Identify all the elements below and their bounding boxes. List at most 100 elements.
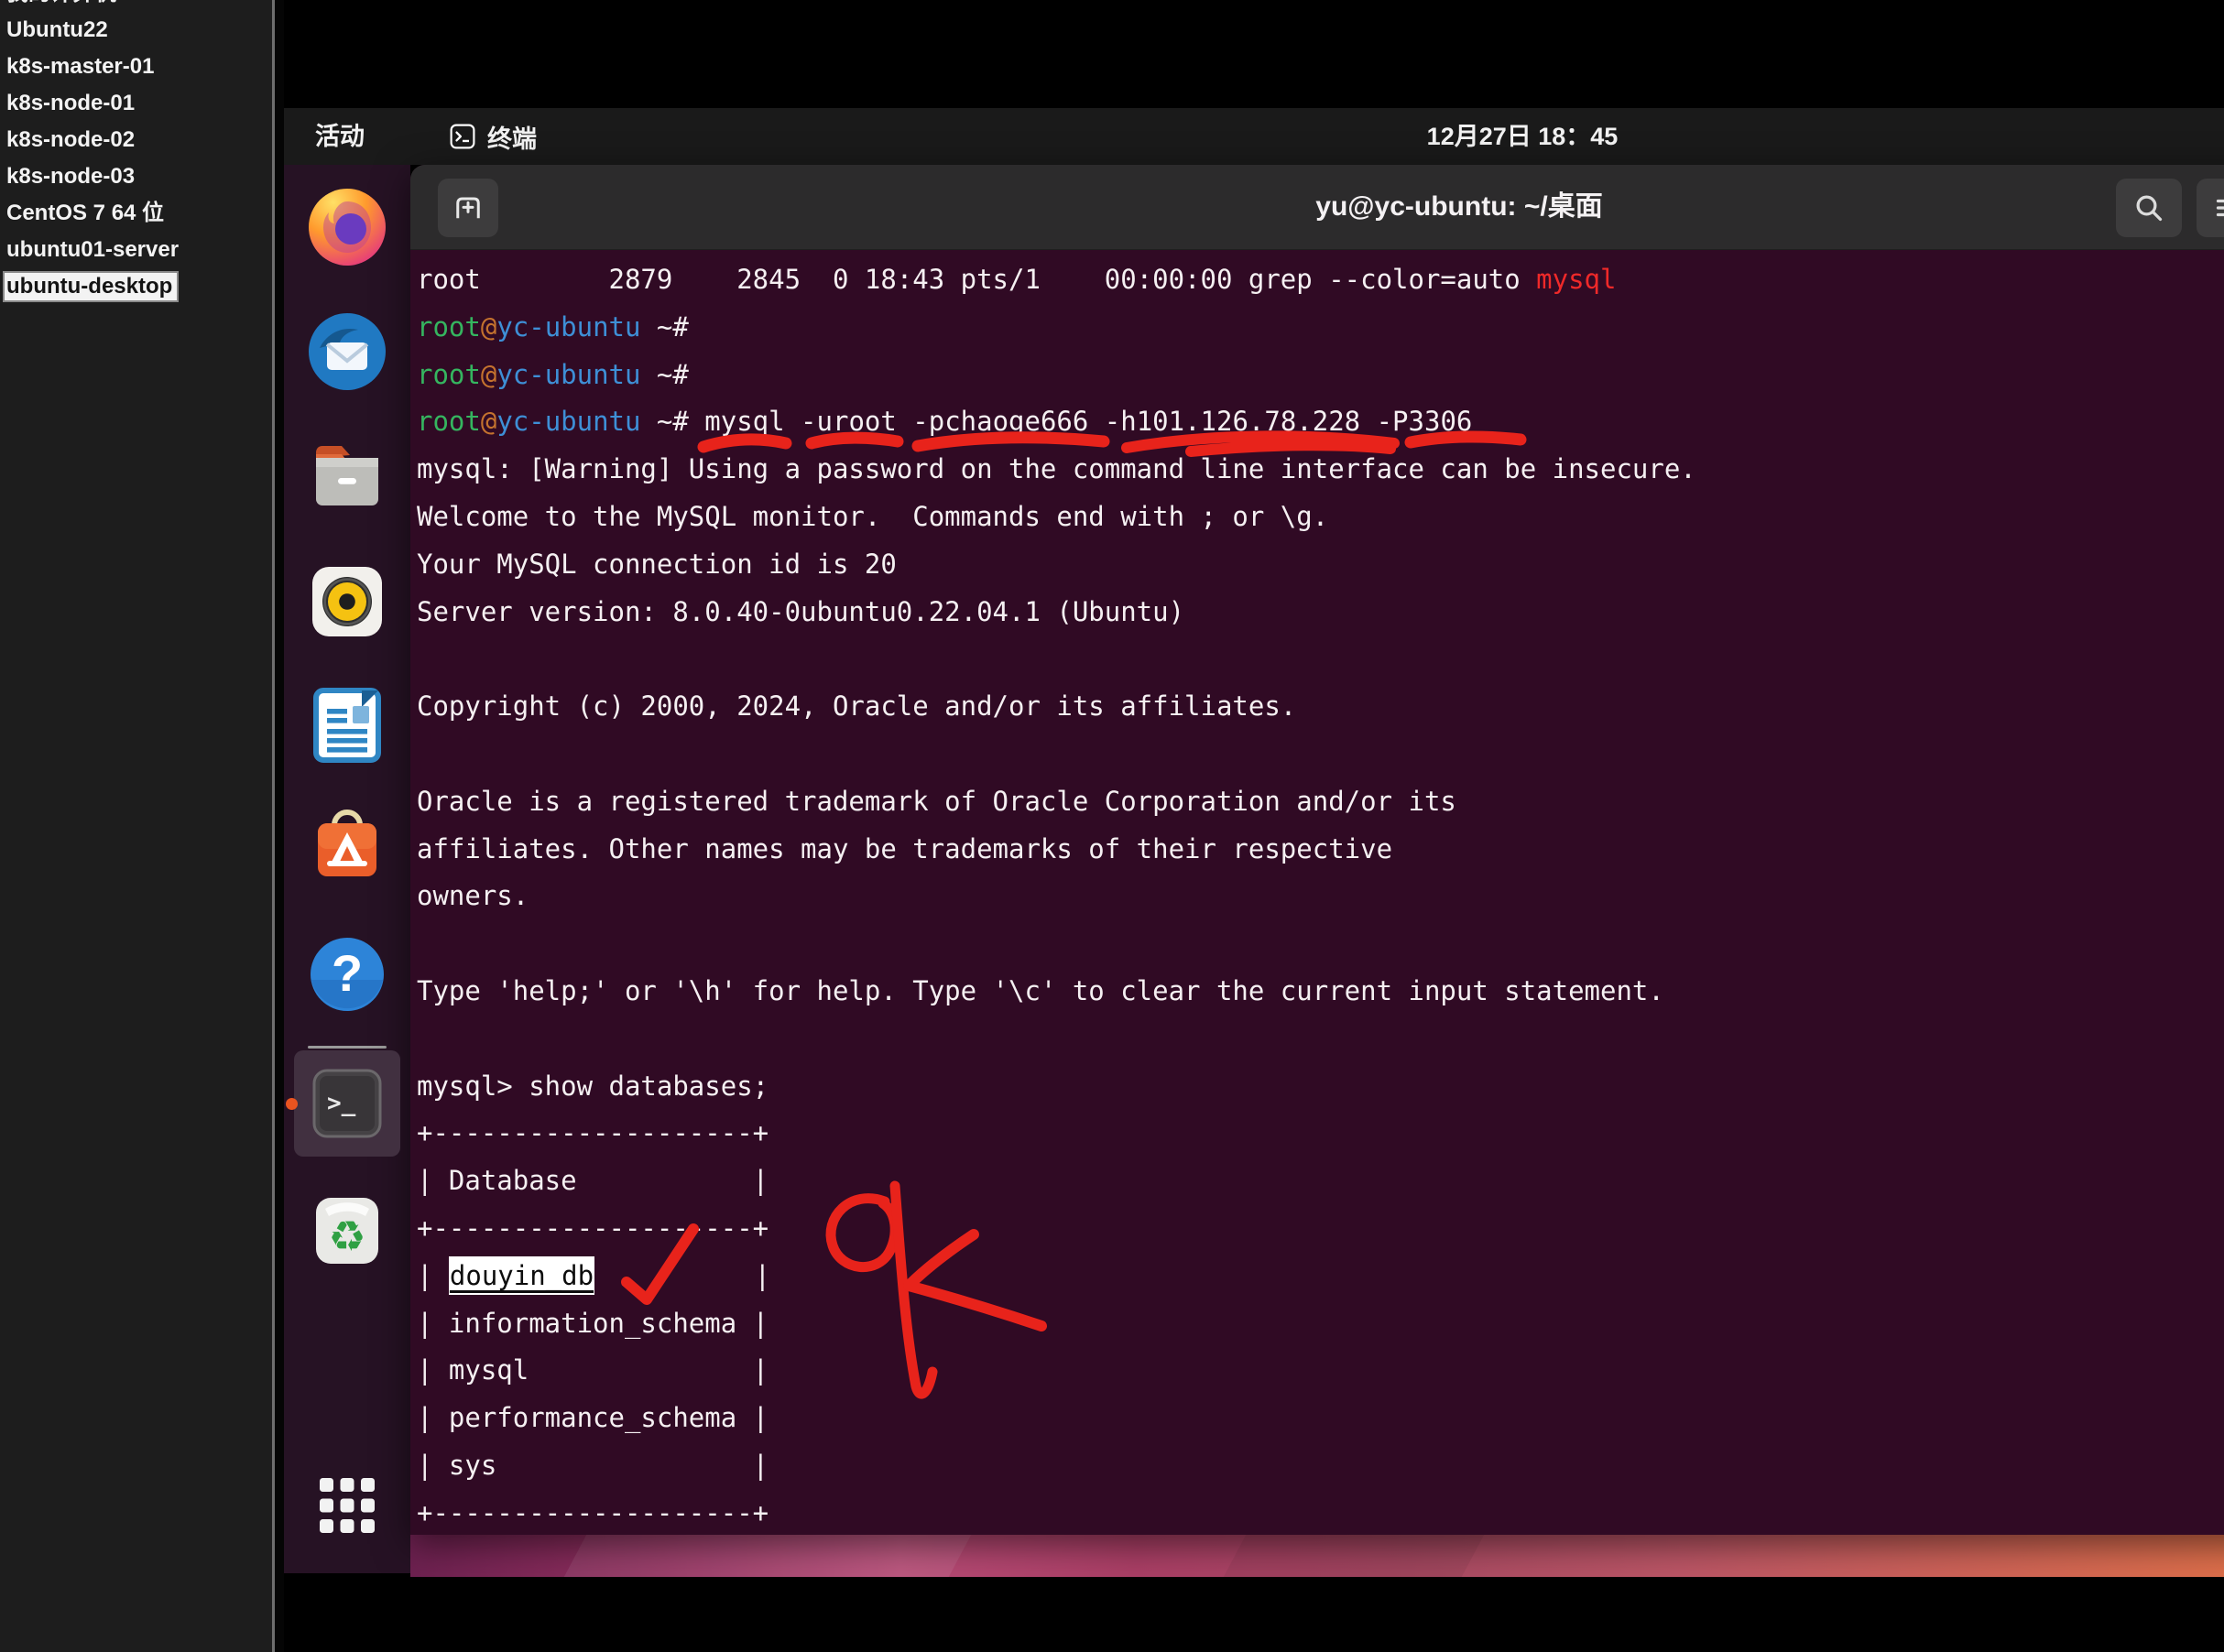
svg-text:?: ? <box>332 944 363 1002</box>
svg-text:>_: >_ <box>327 1090 356 1117</box>
gnome-top-bar: 活动 终端 12月27日 18：45 <box>284 108 2224 165</box>
wallpaper-facet <box>1224 1535 1484 1577</box>
terminal-text: Welcome to the MySQL monitor. Commands e… <box>417 501 1328 532</box>
terminal-line: Oracle is a registered trademark of Orac… <box>417 778 2224 826</box>
terminal-text: | <box>594 1260 770 1291</box>
terminal-line: | sys | <box>417 1442 2224 1490</box>
terminal-line: root@yc-ubuntu ~# mysql -uroot -pchaoge6… <box>417 398 2224 446</box>
activities-button[interactable]: 活动 <box>315 108 365 165</box>
terminal-text: yc-ubuntu <box>496 311 640 342</box>
terminal-text: | information_schema | <box>417 1308 769 1339</box>
wallpaper-facet <box>564 1535 971 1577</box>
terminal-text: yc-ubuntu <box>496 359 640 390</box>
terminal-header-bar[interactable]: yu@yc-ubuntu: ~/桌面 <box>410 165 2224 250</box>
terminal-line: mysql> show databases; <box>417 1063 2224 1111</box>
terminal-text: Type 'help;' or '\h' for help. Type '\c'… <box>417 975 1664 1006</box>
terminal-line: | Database | <box>417 1157 2224 1205</box>
clock[interactable]: 12月27日 18：45 <box>1427 108 1619 165</box>
app-indicator[interactable]: 终端 <box>450 108 537 165</box>
vm-list-item[interactable]: k8s-node-02 <box>0 122 272 158</box>
terminal-text: +--------------------+ <box>417 1497 769 1528</box>
terminal-line <box>417 636 2224 683</box>
terminal-text: ~# <box>640 406 688 437</box>
vm-list-item[interactable]: Ubuntu22 <box>0 12 272 49</box>
vm-list-item[interactable]: k8s-master-01 <box>0 49 272 85</box>
terminal-text: @ <box>481 359 496 390</box>
libreoffice-writer-dock-button[interactable] <box>303 681 391 769</box>
terminal-line: +--------------------+ <box>417 1205 2224 1253</box>
panel-gap <box>275 0 284 1652</box>
running-indicator-dot <box>286 1098 298 1110</box>
svg-text:♻: ♻ <box>328 1212 365 1260</box>
terminal-line: owners. <box>417 873 2224 920</box>
terminal-output[interactable]: root 2879 2845 0 18:43 pts/1 00:00:00 gr… <box>410 249 2224 1535</box>
help-dock-button[interactable]: ? <box>303 930 391 1018</box>
vm-library-panel: 我的计算机Ubuntu22k8s-master-01k8s-node-01k8s… <box>0 0 272 1652</box>
files-icon <box>303 432 391 520</box>
terminal-text: owners. <box>417 880 529 911</box>
terminal-text: mysql <box>1536 264 1616 295</box>
terminal-text: ~# <box>640 311 688 342</box>
terminal-text: Copyright (c) 2000, 2024, Oracle and/or … <box>417 690 1296 722</box>
terminal-icon: >_ <box>303 1060 391 1147</box>
terminal-text: @ <box>481 406 496 437</box>
terminal-window: yu@yc-ubuntu: ~/桌面 root 2879 2845 0 18:4… <box>410 165 2224 1535</box>
terminal-text: Server version: 8.0.40-0ubuntu0.22.04.1 … <box>417 596 1184 627</box>
terminal-line: root 2879 2845 0 18:43 pts/1 00:00:00 gr… <box>417 256 2224 304</box>
terminal-text: | Database | <box>417 1165 769 1196</box>
terminal-text: +--------------------+ <box>417 1212 769 1244</box>
terminal-text: | sys | <box>417 1450 769 1481</box>
vm-list-item[interactable]: ubuntu01-server <box>0 232 272 268</box>
vm-list-item[interactable]: ubuntu-desktop <box>0 268 272 305</box>
terminal-line: +--------------------+ <box>417 1490 2224 1535</box>
help-icon: ? <box>303 930 391 1018</box>
app-indicator-label: 终端 <box>487 119 537 155</box>
vm-list: 我的计算机Ubuntu22k8s-master-01k8s-node-01k8s… <box>0 0 272 305</box>
terminal-line <box>417 731 2224 778</box>
terminal-line: | information_schema | <box>417 1300 2224 1348</box>
terminal-line: Type 'help;' or '\h' for help. Type '\c'… <box>417 968 2224 1016</box>
terminal-text: Your MySQL connection id is 20 <box>417 549 897 580</box>
terminal-text: root <box>417 311 481 342</box>
terminal-text: | mysql | <box>417 1354 769 1386</box>
rhythmbox-icon <box>303 558 391 646</box>
rhythmbox-dock-button[interactable] <box>303 558 391 646</box>
terminal-line: root@yc-ubuntu ~# <box>417 352 2224 399</box>
terminal-line: Copyright (c) 2000, 2024, Oracle and/or … <box>417 683 2224 731</box>
vm-list-item[interactable]: k8s-node-03 <box>0 158 272 195</box>
vm-list-item[interactable]: 我的计算机 <box>0 0 272 12</box>
terminal-text: | performance_schema | <box>417 1402 769 1433</box>
thunderbird-dock-button[interactable] <box>303 308 391 396</box>
search-icon <box>2131 190 2167 226</box>
terminal-dock-button[interactable]: >_ <box>303 1060 391 1147</box>
ubuntu-software-dock-button[interactable] <box>303 803 391 891</box>
libreoffice-writer-icon <box>303 681 391 769</box>
terminal-line <box>417 1016 2224 1063</box>
vm-list-item[interactable]: k8s-node-01 <box>0 85 272 122</box>
terminal-text: root <box>417 406 481 437</box>
terminal-line: | performance_schema | <box>417 1395 2224 1442</box>
terminal-text: ~# <box>640 359 688 390</box>
vm-list-item[interactable]: CentOS 7 64 位 <box>0 195 272 232</box>
selected-text: douyin_db <box>449 1256 594 1295</box>
terminal-text: root 2879 2845 0 18:43 pts/1 00:00:00 gr… <box>417 264 1536 295</box>
firefox-dock-button[interactable] <box>303 183 391 271</box>
terminal-line: | mysql | <box>417 1347 2224 1395</box>
terminal-mini-icon <box>450 124 475 149</box>
app-grid-dock-button[interactable] <box>311 1469 384 1542</box>
terminal-line: root@yc-ubuntu ~# <box>417 304 2224 352</box>
search-button[interactable] <box>2116 179 2182 237</box>
trash-dock-button[interactable]: ♻ <box>303 1187 391 1275</box>
ubuntu-software-icon <box>303 803 391 891</box>
terminal-line: affiliates. Other names may be trademark… <box>417 826 2224 874</box>
terminal-text: Oracle is a registered trademark of Orac… <box>417 786 1456 817</box>
app-grid-icon <box>311 1469 384 1542</box>
menu-button[interactable] <box>2197 179 2224 237</box>
terminal-line: mysql: [Warning] Using a password on the… <box>417 446 2224 494</box>
terminal-text: yc-ubuntu <box>496 406 640 437</box>
files-dock-button[interactable] <box>303 432 391 520</box>
terminal-line: Your MySQL connection id is 20 <box>417 541 2224 589</box>
terminal-line: +--------------------+ <box>417 1110 2224 1157</box>
dock-separator <box>308 1046 387 1049</box>
terminal-line <box>417 920 2224 968</box>
